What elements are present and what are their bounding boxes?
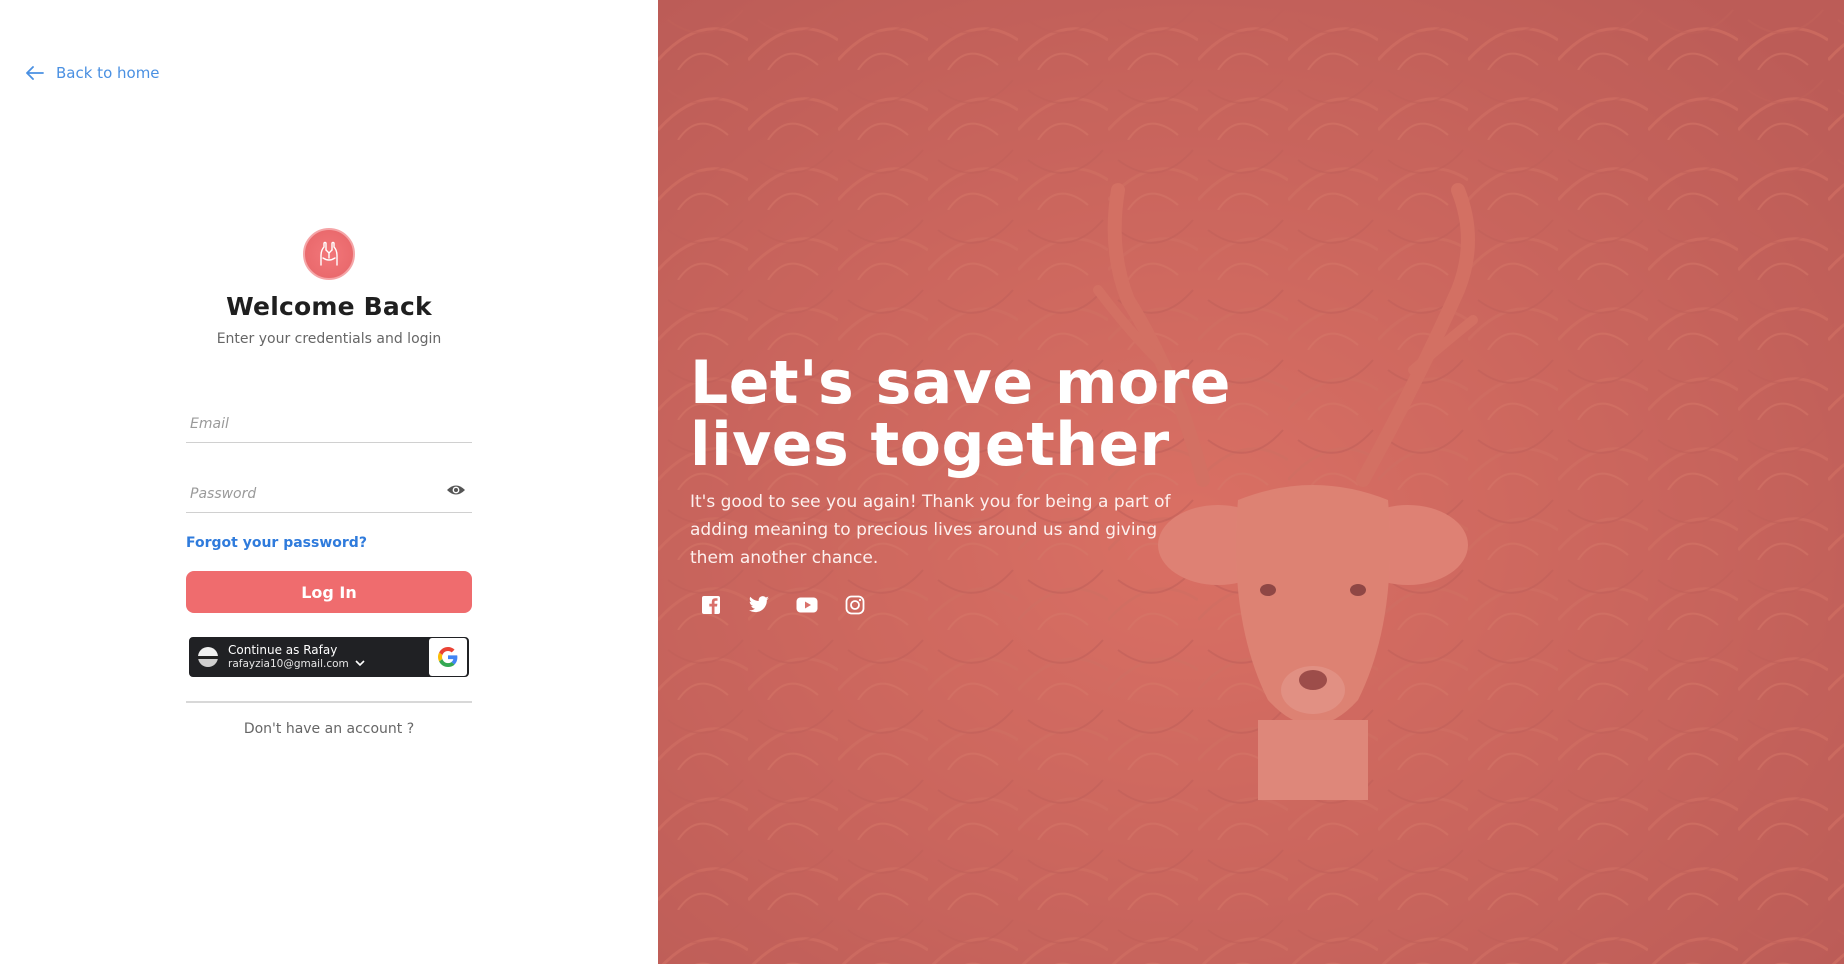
- instagram-icon[interactable]: [844, 594, 866, 616]
- page-title: Welcome Back: [226, 292, 432, 321]
- hero-title: Let's save more lives together: [690, 348, 1231, 480]
- password-field-wrapper: [186, 473, 472, 513]
- login-form: Welcome Back Enter your credentials and …: [186, 228, 472, 737]
- facebook-icon[interactable]: [700, 594, 722, 616]
- email-field-wrapper: [186, 403, 472, 443]
- social-links: [690, 594, 1370, 616]
- password-field[interactable]: [186, 476, 472, 512]
- google-email: rafayzia10@gmail.com: [228, 657, 349, 670]
- avatar: [198, 647, 218, 667]
- back-to-home-label: Back to home: [56, 64, 160, 82]
- hands-logo-icon: [303, 228, 355, 280]
- chevron-down-icon[interactable]: [355, 658, 365, 670]
- twitter-icon[interactable]: [748, 594, 770, 616]
- back-to-home-link[interactable]: Back to home: [26, 64, 160, 82]
- hero-panel: Let's save more lives together It's good…: [658, 0, 1844, 964]
- google-continue-button[interactable]: Continue as Rafay rafayzia10@gmail.com: [189, 637, 469, 677]
- google-logo-icon: [429, 638, 467, 676]
- divider: [186, 701, 472, 703]
- hero-content: Let's save more lives together It's good…: [690, 352, 1370, 616]
- google-email-row: rafayzia10@gmail.com: [228, 658, 429, 670]
- page-subtitle: Enter your credentials and login: [216, 331, 442, 347]
- forgot-password-link[interactable]: Forgot your password?: [186, 535, 472, 551]
- email-field[interactable]: [186, 406, 472, 442]
- google-continue-label: Continue as Rafay: [228, 643, 338, 658]
- youtube-icon[interactable]: [796, 594, 818, 616]
- login-panel: Back to home Welcome Back Enter your cre…: [0, 0, 658, 964]
- hero-description: It's good to see you again! Thank you fo…: [690, 492, 1171, 568]
- signup-link[interactable]: Don't have an account ?: [186, 721, 472, 737]
- google-account-info: Continue as Rafay rafayzia10@gmail.com: [228, 643, 429, 670]
- arrow-left-icon: [26, 66, 44, 80]
- login-button[interactable]: Log In: [186, 571, 472, 613]
- eye-icon[interactable]: [446, 483, 466, 502]
